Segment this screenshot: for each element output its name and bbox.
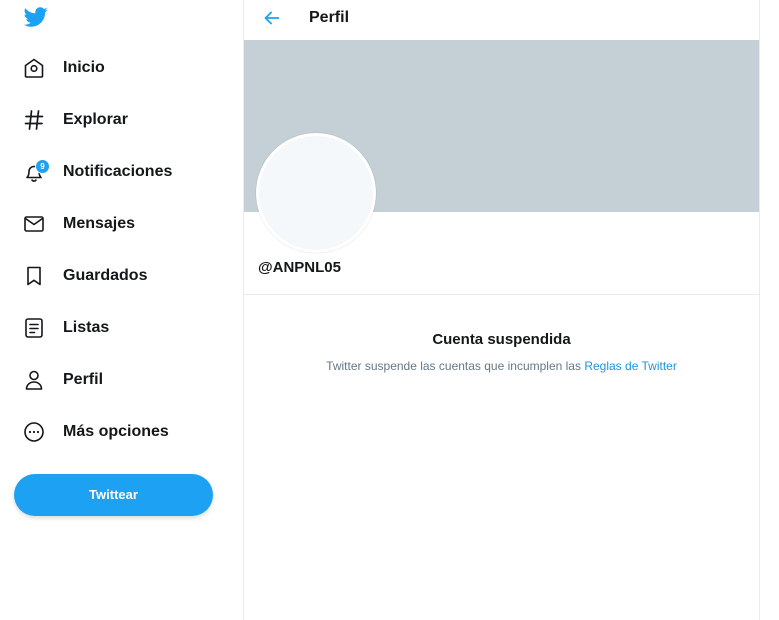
sidebar-nav: Inicio Explorar 9 Notificaciones Mensaje… bbox=[0, 42, 243, 458]
sidebar-item-guardados[interactable]: Guardados bbox=[0, 250, 243, 302]
sidebar-item-explorar[interactable]: Explorar bbox=[0, 94, 243, 146]
notification-badge: 9 bbox=[35, 159, 50, 174]
suspended-title: Cuenta suspendida bbox=[432, 331, 571, 348]
profile-header: Perfil bbox=[244, 0, 759, 40]
avatar[interactable] bbox=[256, 133, 376, 253]
sidebar-item-mas-opciones[interactable]: Más opciones bbox=[0, 406, 243, 458]
sidebar-item-label: Guardados bbox=[63, 267, 148, 284]
tweet-button[interactable]: Twittear bbox=[14, 474, 213, 516]
hashtag-icon bbox=[22, 108, 46, 132]
sidebar-item-label: Perfil bbox=[63, 371, 104, 388]
sidebar-item-notificaciones[interactable]: 9 Notificaciones bbox=[0, 146, 243, 198]
bookmark-icon bbox=[22, 264, 46, 288]
home-icon bbox=[22, 56, 46, 80]
envelope-icon bbox=[22, 212, 46, 236]
twitter-app: Inicio Explorar 9 Notificaciones Mensaje… bbox=[0, 0, 779, 620]
profile-handle: @ANPNL05 bbox=[258, 259, 341, 276]
more-circle-icon bbox=[22, 420, 46, 444]
sidebar-item-listas[interactable]: Listas bbox=[0, 302, 243, 354]
suspended-message-text: Twitter suspende las cuentas que incumpl… bbox=[326, 359, 585, 373]
page-title: Perfil bbox=[309, 9, 350, 26]
sidebar-item-mensajes[interactable]: Mensajes bbox=[0, 198, 243, 250]
suspended-message: Twitter suspende las cuentas que incumpl… bbox=[244, 359, 759, 373]
sidebar-item-label: Listas bbox=[63, 319, 110, 336]
sidebar: Inicio Explorar 9 Notificaciones Mensaje… bbox=[0, 0, 243, 620]
back-arrow-icon[interactable] bbox=[261, 7, 283, 29]
sidebar-item-label: Notificaciones bbox=[63, 163, 173, 180]
twitter-bird-icon[interactable] bbox=[22, 5, 50, 29]
divider bbox=[244, 294, 759, 295]
sidebar-item-perfil[interactable]: Perfil bbox=[0, 354, 243, 406]
twitter-rules-link[interactable]: Reglas de Twitter bbox=[584, 359, 677, 373]
list-icon bbox=[22, 316, 46, 340]
profile-main: Perfil @ANPNL05 Cuenta suspendida Twitte… bbox=[243, 0, 760, 620]
sidebar-item-label: Más opciones bbox=[63, 423, 169, 440]
sidebar-item-label: Mensajes bbox=[63, 215, 136, 232]
sidebar-item-inicio[interactable]: Inicio bbox=[0, 42, 243, 94]
sidebar-item-label: Explorar bbox=[63, 111, 128, 128]
person-icon bbox=[22, 368, 46, 392]
sidebar-item-label: Inicio bbox=[63, 59, 105, 76]
